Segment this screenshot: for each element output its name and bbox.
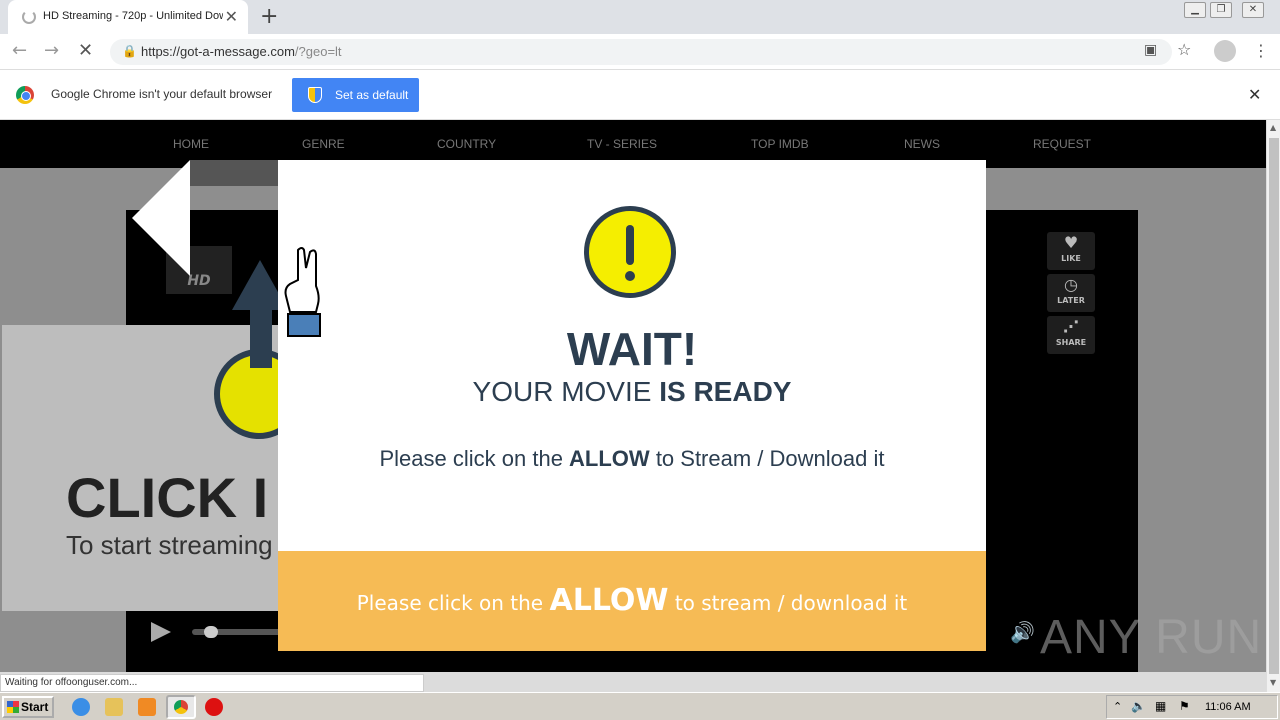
shield-icon: [308, 87, 322, 103]
stop-button[interactable]: ✕: [78, 40, 93, 61]
share-label: SHARE: [1055, 338, 1087, 347]
up-arrow-stem: [250, 308, 272, 368]
modal-subtitle-plain: YOUR MOVIE: [472, 376, 660, 407]
arrow-bar: [190, 160, 290, 186]
modal-subtitle: YOUR MOVIE IS READY: [278, 376, 986, 408]
tray-expand-icon[interactable]: ⌃: [1113, 700, 1122, 713]
footer-pre: Please click on the: [356, 591, 550, 615]
windows-taskbar: Start ⌃ 🔈 ▦ ⚑ 11:06 AM: [0, 692, 1280, 720]
later-button[interactable]: ◷ LATER: [1047, 274, 1095, 312]
nav-top-imdb[interactable]: TOP IMDB: [751, 137, 809, 151]
anyrun-watermark: ANY RUN: [1040, 611, 1263, 664]
tab-title: HD Streaming - 720p - Unlimited Dow: [43, 10, 223, 22]
profile-avatar-icon[interactable]: [1214, 40, 1236, 62]
windows-logo-icon: [7, 701, 19, 713]
left-arrow-icon: [132, 160, 190, 276]
folder-icon[interactable]: [105, 698, 123, 716]
flag-icon[interactable]: ⚑: [1179, 699, 1190, 713]
nav-home[interactable]: HOME: [173, 137, 209, 151]
clock-icon: ◷: [1064, 275, 1078, 294]
close-window-button[interactable]: ✕: [1242, 2, 1264, 18]
network-icon[interactable]: ▦: [1155, 699, 1166, 713]
pointing-hand-icon: [284, 247, 321, 337]
scroll-thumb[interactable]: [1269, 138, 1279, 674]
exclamation-icon: [584, 206, 676, 298]
opera-icon[interactable]: [205, 698, 223, 716]
start-label: Start: [21, 700, 49, 714]
browser-tab[interactable]: HD Streaming - 720p - Unlimited Dow ✕: [8, 0, 248, 34]
wait-modal: WAIT! YOUR MOVIE IS READY Please click o…: [278, 160, 986, 651]
click-overlay-panel[interactable]: CLICK I To start streaming: [2, 325, 304, 611]
forward-button[interactable]: →: [44, 40, 59, 61]
footer-bold: ALLOW: [549, 583, 669, 618]
minimize-button[interactable]: ▁: [1184, 2, 1206, 18]
speaker-icon[interactable]: 🔈: [1131, 699, 1146, 713]
modal-subtitle-bold: IS READY: [659, 376, 792, 407]
seek-bar[interactable]: [192, 626, 282, 638]
modal-msg-post: to Stream / Download it: [649, 446, 885, 471]
default-browser-infobar: Google Chrome isn't your default browser…: [0, 70, 1280, 120]
nav-genre[interactable]: GENRE: [302, 137, 345, 151]
page-scrollbar[interactable]: ▲ ▼: [1266, 120, 1280, 692]
share-button[interactable]: ⋰ SHARE: [1047, 316, 1095, 354]
system-tray: ⌃ 🔈 ▦ ⚑ 11:06 AM: [1106, 695, 1278, 719]
like-button[interactable]: ♥ LIKE: [1047, 232, 1095, 270]
later-label: LATER: [1057, 296, 1085, 305]
infobar-message: Google Chrome isn't your default browser: [51, 87, 273, 101]
menu-kebab-icon[interactable]: ⋮: [1253, 41, 1269, 60]
footer-post: to stream / download it: [668, 591, 908, 615]
set-default-button[interactable]: Set as default: [292, 78, 419, 112]
modal-footer-banner[interactable]: Please click on the ALLOW to stream / do…: [278, 551, 986, 651]
start-button[interactable]: Start: [2, 696, 54, 718]
bookmark-star-icon[interactable]: ☆: [1177, 40, 1191, 59]
loading-spinner-icon: [22, 10, 36, 24]
chrome-taskbar-button[interactable]: [166, 695, 196, 719]
web-page: HOME GENRE COUNTRY TV - SERIES TOP IMDB …: [0, 120, 1266, 672]
url-text: https://got-a-message.com/?geo=lt: [141, 44, 342, 59]
seek-knob[interactable]: [204, 626, 218, 638]
modal-message: Please click on the ALLOW to Stream / Do…: [278, 446, 986, 472]
browser-toolbar: ← → ✕ 🔒 https://got-a-message.com/?geo=l…: [0, 34, 1280, 70]
chrome-icon: [174, 700, 188, 714]
ie-icon[interactable]: [72, 698, 90, 716]
chrome-logo-icon: [16, 86, 34, 104]
popup-blocked-icon[interactable]: ▣: [1144, 42, 1157, 58]
infobar-close-icon[interactable]: ✕: [1248, 85, 1261, 104]
maximize-button[interactable]: ❐: [1210, 2, 1232, 18]
modal-msg-bold: ALLOW: [569, 446, 650, 471]
heart-icon: ♥: [1063, 233, 1079, 252]
overlay-big-text: CLICK I: [66, 466, 269, 529]
volume-icon[interactable]: 🔊: [1010, 620, 1035, 644]
address-bar[interactable]: 🔒 https://got-a-message.com/?geo=lt: [110, 39, 1172, 65]
new-tab-button[interactable]: +: [260, 4, 278, 29]
back-button[interactable]: ←: [12, 40, 27, 61]
media-player-icon[interactable]: [138, 698, 156, 716]
scroll-up-icon[interactable]: ▲: [1270, 123, 1276, 132]
nav-request[interactable]: REQUEST: [1033, 137, 1091, 151]
overlay-sub-text: To start streaming: [66, 530, 273, 560]
nav-country[interactable]: COUNTRY: [437, 137, 496, 151]
browser-titlebar: HD Streaming - 720p - Unlimited Dow ✕ + …: [0, 0, 1280, 34]
play-icon[interactable]: [151, 622, 171, 642]
footer-text: Please click on the ALLOW to stream / do…: [278, 583, 986, 618]
scroll-down-icon[interactable]: ▼: [1270, 678, 1276, 687]
modal-msg-pre: Please click on the: [379, 446, 570, 471]
set-default-label: Set as default: [335, 88, 409, 102]
nav-tv-series[interactable]: TV - SERIES: [587, 137, 657, 151]
modal-title: WAIT!: [566, 323, 698, 375]
status-bar: Waiting for offoonguser.com...: [0, 674, 424, 692]
hd-badge-text: HD: [187, 273, 211, 289]
tab-close-icon[interactable]: ✕: [225, 7, 238, 26]
nav-news[interactable]: NEWS: [904, 137, 940, 151]
taskbar-clock: 11:06 AM: [1205, 701, 1251, 713]
like-label: LIKE: [1061, 254, 1081, 263]
lock-icon: 🔒: [122, 44, 137, 58]
share-icon: ⋰: [1063, 317, 1079, 336]
